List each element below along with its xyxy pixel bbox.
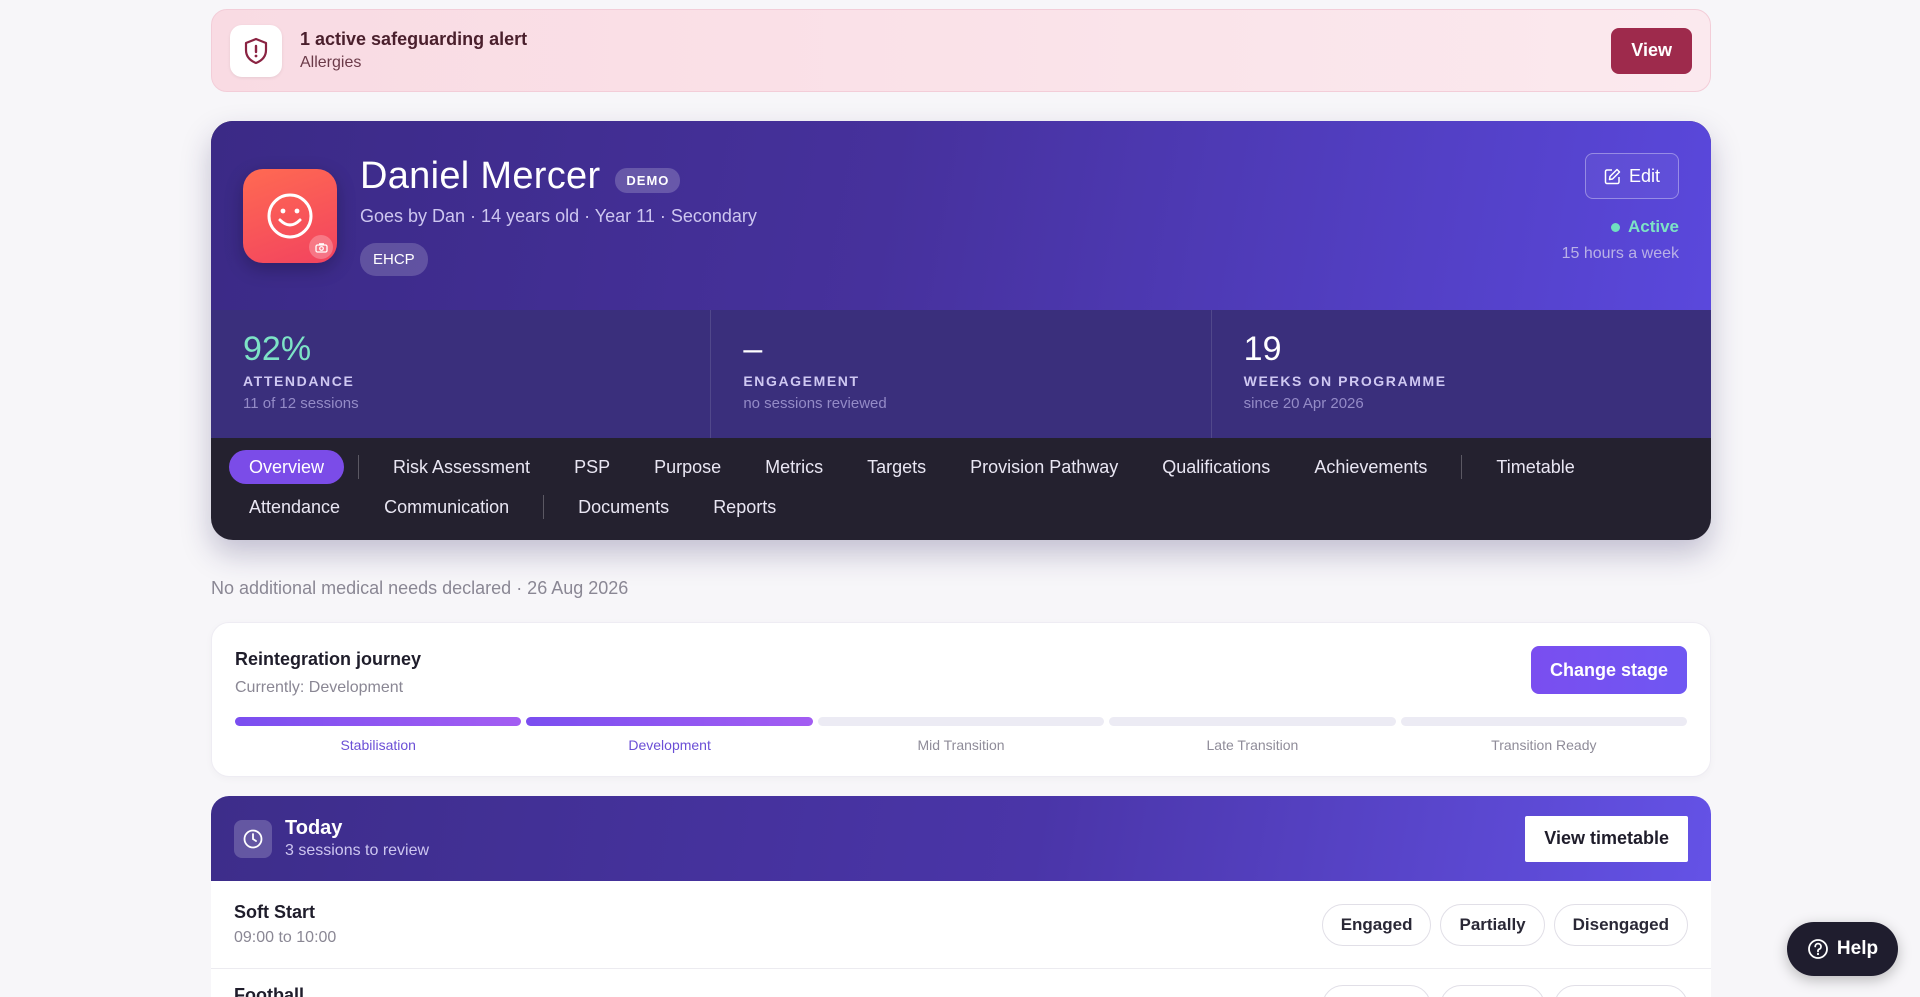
help-label: Help [1836,938,1879,959]
partially-button[interactable]: Partially [1440,985,1545,997]
tab-reports[interactable]: Reports [693,490,796,524]
stage-label: Development [628,737,711,753]
tab-metrics[interactable]: Metrics [745,450,843,484]
disengaged-button[interactable]: Disengaged [1553,903,1688,946]
stat-label: ENGAGEMENT [743,373,860,389]
tab-achievements[interactable]: Achievements [1294,450,1447,484]
avatar[interactable] [243,169,337,263]
tab-divider [1461,455,1463,479]
profile-tabs: Overview Risk Assessment PSP Purpose Met… [211,438,1711,524]
journey-title: Reintegration journey [235,649,422,669]
tab-psp[interactable]: PSP [554,450,630,484]
journey-stages: Stabilisation Development Mid Transition La… [235,717,1688,753]
medical-note: No additional medical needs declared · 2… [211,578,629,598]
stat-label: WEEKS ON PROGRAMME [1243,373,1447,389]
engaged-button[interactable]: Engaged [1321,903,1432,946]
ehcp-tag: EHCP [360,243,428,276]
tab-overview[interactable]: Overview [229,450,345,484]
journey-stage: Stabilisation [235,717,522,753]
view-alert-button[interactable]: View [1611,27,1692,74]
session-row: Football Engaged Partially Disengaged [211,969,1711,997]
today-sessions-card: Today 3 sessions to review View timetabl… [211,796,1711,997]
stage-label: Stabilisation [340,737,416,753]
clock-icon [234,819,272,858]
status-dot [1610,222,1620,232]
stage-label: Transition Ready [1491,737,1597,753]
stage-progress-bar [235,717,522,726]
demo-badge: DEMO [615,168,681,193]
partially-button[interactable]: Partially [1440,903,1545,946]
student-name: Daniel Mercer [360,155,601,197]
tab-targets[interactable]: Targets [847,450,946,484]
tab-timetable[interactable]: Timetable [1476,450,1594,484]
tab-risk-assessment[interactable]: Risk Assessment [373,450,550,484]
stat-attendance: 92% ATTENDANCE 11 of 12 sessions [211,310,712,438]
stat-sub: 11 of 12 sessions [243,395,359,412]
help-button[interactable]: Help [1787,922,1898,976]
alert-subtitle: Allergies [300,54,362,71]
stat-value: 92% [243,330,312,368]
tab-purpose[interactable]: Purpose [634,450,741,484]
session-row: Soft Start 09:00 to 10:00 Engaged Partia… [211,881,1711,969]
session-name: Football [234,985,304,997]
tab-divider [358,455,360,479]
stage-progress-bar [817,717,1105,726]
journey-stage: Transition Ready [1400,717,1688,753]
today-subtitle: 3 sessions to review [285,842,430,859]
journey-current-stage: Currently: Development [235,679,404,696]
camera-icon[interactable] [309,235,333,259]
stat-weeks: 19 WEEKS ON PROGRAMME since 20 Apr 2026 [1212,310,1711,438]
stage-progress-bar [1400,717,1688,726]
safeguarding-alert: 1 active safeguarding alert Allergies Vi… [211,9,1711,92]
status-label: Active [1627,217,1679,236]
change-stage-button[interactable]: Change stage [1530,646,1687,694]
edit-label: Edit [1628,165,1660,186]
reintegration-journey-card: Reintegration journey Currently: Develop… [211,622,1711,777]
tab-provision-pathway[interactable]: Provision Pathway [950,450,1138,484]
journey-stage: Mid Transition [817,717,1105,753]
disengaged-button[interactable]: Disengaged [1553,985,1688,997]
session-name: Soft Start [234,902,315,922]
journey-stage: Late Transition [1109,717,1396,753]
status-indicator: Active [1610,217,1679,237]
tab-qualifications[interactable]: Qualifications [1142,450,1290,484]
stat-sub: no sessions reviewed [743,395,887,412]
stats-bar: 92% ATTENDANCE 11 of 12 sessions – ENGAG… [211,310,1711,438]
edit-icon [1604,168,1621,184]
shield-alert-icon [230,24,282,77]
alert-title: 1 active safeguarding alert [300,29,528,49]
stage-label: Late Transition [1206,737,1299,753]
stat-value: 19 [1243,330,1282,368]
view-timetable-button[interactable]: View timetable [1525,815,1688,862]
profile-hero: Daniel Mercer DEMO Goes by Dan · 14 year… [211,121,1711,310]
today-title: Today [285,817,343,839]
stage-label: Mid Transition [917,737,1005,753]
stat-value: – [743,330,763,368]
student-details: Goes by Dan · 14 years old · Year 11 · S… [360,206,757,226]
stage-progress-bar [1109,717,1396,726]
help-icon [1808,939,1828,959]
tab-communication[interactable]: Communication [364,490,529,524]
smiley-icon [267,193,313,239]
session-time: 09:00 to 10:00 [234,929,337,946]
weekly-hours: 15 hours a week [1561,245,1679,262]
tab-documents[interactable]: Documents [558,490,689,524]
profile-card: Daniel Mercer DEMO Goes by Dan · 14 year… [211,121,1711,540]
journey-stage: Development [526,717,813,753]
today-header: Today 3 sessions to review View timetabl… [211,796,1711,881]
stage-progress-bar [526,717,813,726]
tab-attendance[interactable]: Attendance [229,490,360,524]
edit-button[interactable]: Edit [1584,153,1679,199]
stat-label: ATTENDANCE [243,373,355,389]
stat-engagement: – ENGAGEMENT no sessions reviewed [711,310,1212,438]
stat-sub: since 20 Apr 2026 [1243,395,1364,412]
engaged-button[interactable]: Engaged [1321,985,1432,997]
tab-divider [543,495,545,519]
